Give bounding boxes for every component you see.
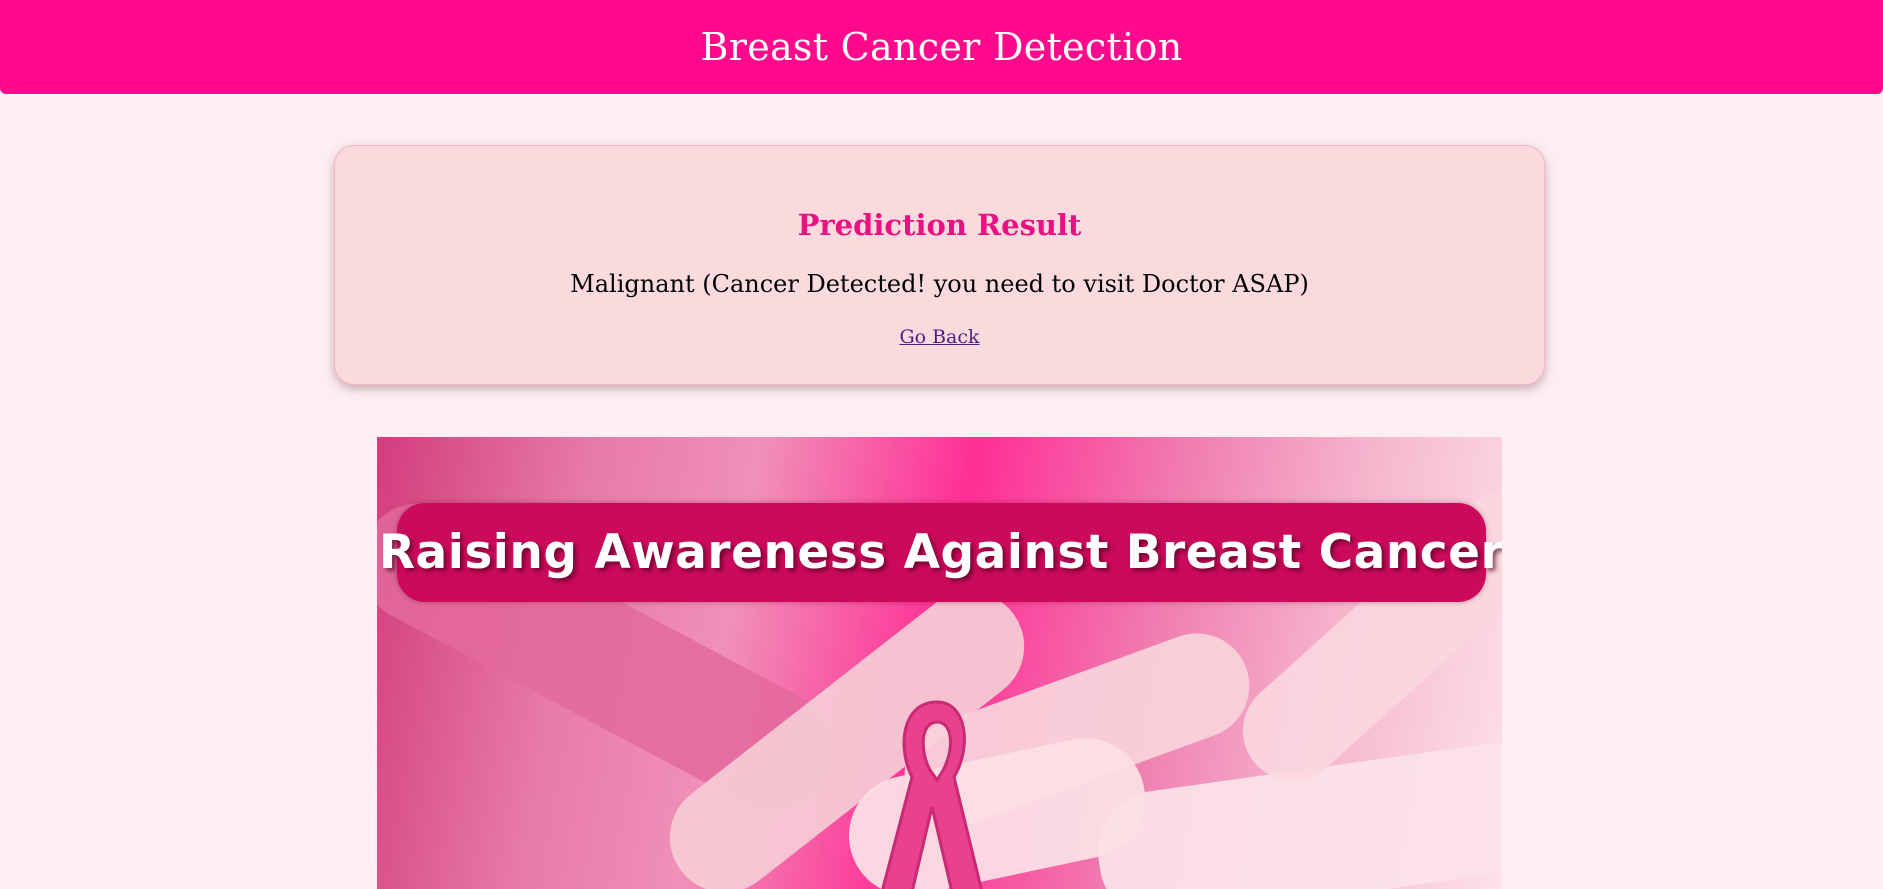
result-heading: Prediction Result (797, 208, 1082, 242)
pink-ribbon-icon (881, 700, 983, 889)
prediction-result-card: Prediction Result Malignant (Cancer Dete… (334, 145, 1545, 385)
app-title: Breast Cancer Detection (700, 25, 1183, 69)
awareness-banner-image: Raising Awareness Against Breast Cancer (377, 437, 1502, 889)
prediction-text: Malignant (Cancer Detected! you need to … (570, 270, 1309, 298)
go-back-link[interactable]: Go Back (335, 326, 1544, 348)
page-header: Breast Cancer Detection (0, 0, 1883, 94)
banner-caption: Raising Awareness Against Breast Cancer (378, 525, 1502, 580)
banner-caption-box: Raising Awareness Against Breast Cancer (379, 503, 1502, 602)
